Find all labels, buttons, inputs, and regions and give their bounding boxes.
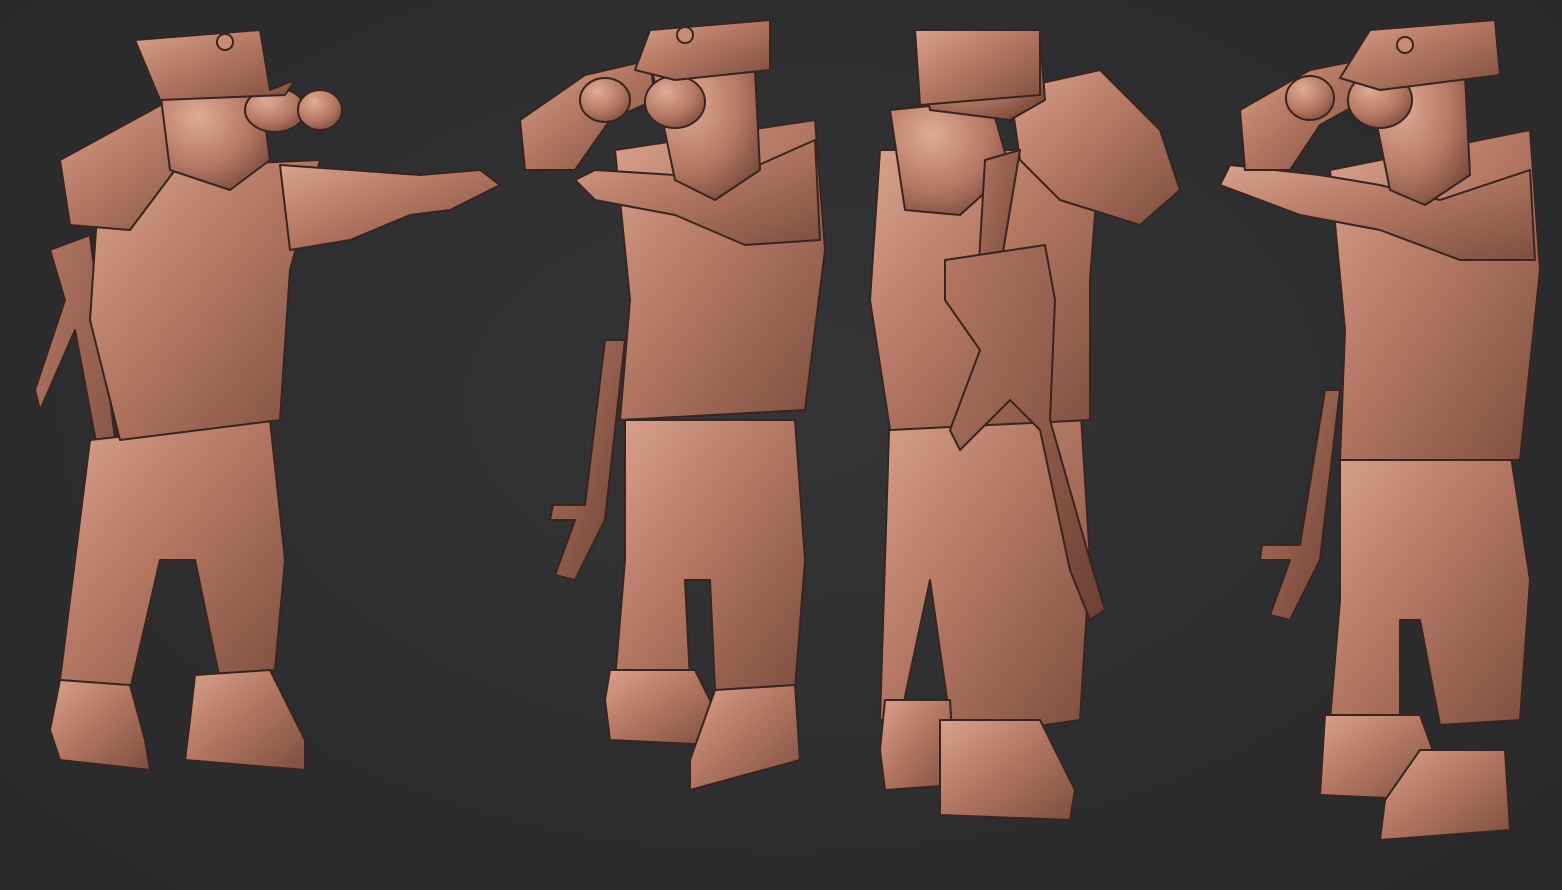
boot bbox=[49, 679, 151, 771]
soldier-figure-front bbox=[515, 0, 845, 890]
soldier-figure-front-right bbox=[1210, 0, 1550, 890]
pointing-arm bbox=[279, 164, 501, 251]
legs bbox=[59, 419, 286, 691]
boot bbox=[184, 669, 306, 771]
cap bbox=[1339, 19, 1501, 91]
soldier-figure-front-left bbox=[20, 0, 510, 890]
rifle bbox=[549, 339, 626, 581]
cap bbox=[634, 19, 771, 81]
sculpt-viewport bbox=[0, 0, 1562, 890]
soldier-sculpt bbox=[34, 29, 501, 771]
binoculars bbox=[579, 77, 631, 123]
soldier-sculpt bbox=[869, 29, 1181, 821]
soldier-sculpt bbox=[519, 19, 826, 791]
legs bbox=[1329, 449, 1531, 726]
rifle bbox=[1259, 389, 1341, 621]
boot bbox=[939, 719, 1076, 821]
cap bbox=[134, 29, 296, 101]
soldier-figure-back bbox=[860, 0, 1200, 890]
soldier-sculpt bbox=[1219, 19, 1541, 841]
cap bbox=[914, 29, 1041, 106]
legs bbox=[614, 419, 806, 691]
binoculars bbox=[1285, 75, 1335, 121]
